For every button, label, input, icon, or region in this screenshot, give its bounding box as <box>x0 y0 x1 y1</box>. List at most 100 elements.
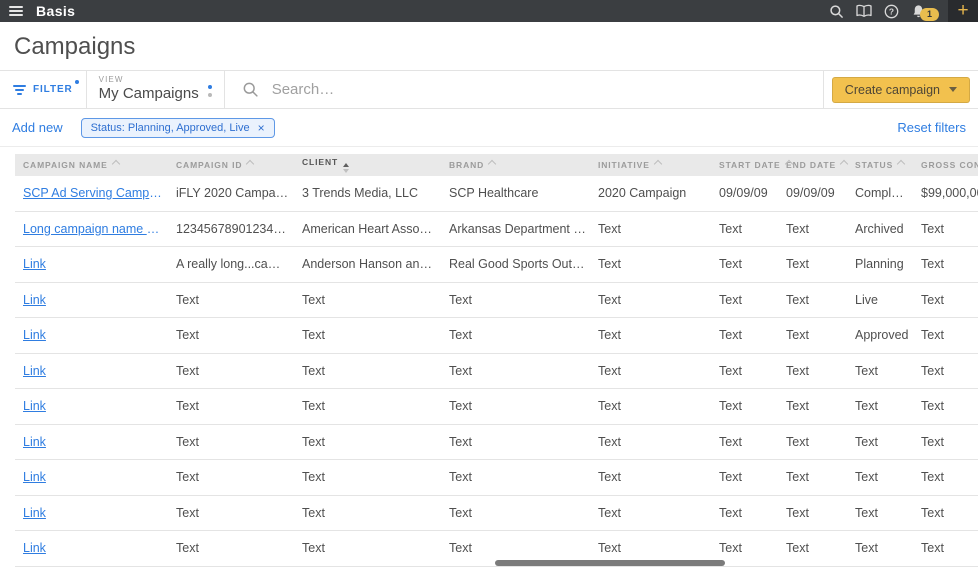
table-cell: Text <box>778 353 847 389</box>
sort-ascending-icon <box>343 163 349 173</box>
campaign-name-cell: Link <box>15 318 168 354</box>
resources-book-icon[interactable] <box>856 4 872 18</box>
table-cell: Text <box>847 495 913 531</box>
table-cell: Text <box>847 531 913 567</box>
table-cell: Text <box>711 318 778 354</box>
add-new-filter-link[interactable]: Add new <box>12 120 63 135</box>
table-cell: Text <box>711 460 778 496</box>
table-cell: Text <box>711 495 778 531</box>
campaign-name-link[interactable]: Link <box>23 470 164 484</box>
table-cell: Text <box>847 353 913 389</box>
horizontal-scrollbar-thumb[interactable] <box>495 560 725 566</box>
table-cell: Text <box>913 353 978 389</box>
column-label: END DATE <box>786 160 836 170</box>
campaign-name-link[interactable]: Link <box>23 435 164 449</box>
filter-active-dot <box>75 80 79 84</box>
table-cell: Text <box>441 389 590 425</box>
filter-icon <box>13 85 26 95</box>
sort-caret-icon <box>111 160 119 168</box>
table-cell: Text <box>294 282 441 318</box>
table-cell: Text <box>913 389 978 425</box>
page-title: Campaigns <box>0 22 978 70</box>
search-input[interactable] <box>270 80 823 99</box>
campaign-name-link[interactable]: Long campaign name 12345678... <box>23 222 164 236</box>
table-cell: Text <box>168 353 294 389</box>
table-cell: Text <box>441 460 590 496</box>
quick-add-icon[interactable] <box>948 0 978 22</box>
table-cell: Text <box>913 211 978 247</box>
column-header[interactable]: INITIATIVE <box>590 154 711 176</box>
table-cell: Text <box>168 531 294 567</box>
reset-filters-link[interactable]: Reset filters <box>897 120 966 135</box>
column-header[interactable]: BRAND <box>441 154 590 176</box>
campaign-name-link[interactable]: Link <box>23 364 164 378</box>
table-cell: Text <box>590 460 711 496</box>
table-cell: Text <box>168 460 294 496</box>
table-cell: Text <box>778 282 847 318</box>
table-cell: Text <box>294 424 441 460</box>
svg-text:?: ? <box>889 6 894 16</box>
table-cell: SCP Healthcare <box>441 176 590 211</box>
chip-close-icon[interactable]: × <box>258 122 265 134</box>
campaign-name-cell: SCP Ad Serving Campaign <box>15 176 168 211</box>
table-cell: Text <box>778 495 847 531</box>
column-label: CAMPAIGN ID <box>176 160 242 170</box>
column-label: INITIATIVE <box>598 160 650 170</box>
column-header[interactable]: CAMPAIGN ID <box>168 154 294 176</box>
table-cell: Text <box>913 495 978 531</box>
table-cell: Anderson Hanson and Blanton... <box>294 247 441 283</box>
top-navigation-bar: Basis ? 1 <box>0 0 978 22</box>
help-icon[interactable]: ? <box>884 4 899 19</box>
campaign-name-link[interactable]: Link <box>23 328 164 342</box>
table-cell: Text <box>711 389 778 425</box>
campaign-name-cell: Link <box>15 389 168 425</box>
campaign-name-link[interactable]: Link <box>23 399 164 413</box>
table-cell: Approved <box>847 318 913 354</box>
column-header[interactable]: GROSS CONTRACTED <box>913 154 978 176</box>
table-cell: Text <box>590 353 711 389</box>
column-header[interactable]: START DATE <box>711 154 778 176</box>
column-header[interactable]: CLIENT <box>294 154 441 176</box>
table-cell: Text <box>590 318 711 354</box>
create-campaign-button[interactable]: Create campaign <box>832 77 970 103</box>
status-filter-chip[interactable]: Status: Planning, Approved, Live × <box>81 118 275 138</box>
sort-caret-icon <box>897 160 905 168</box>
notifications-bell-icon[interactable]: 1 <box>911 4 926 19</box>
campaigns-table: CAMPAIGN NAME CAMPAIGN ID CLIENT BRAND INITI… <box>15 154 978 567</box>
table-row: LinkTextTextTextTextTextTextTextText <box>15 460 978 496</box>
campaign-name-link[interactable]: Link <box>23 541 164 555</box>
campaign-name-cell: Long campaign name 12345678... <box>15 211 168 247</box>
column-header[interactable]: CAMPAIGN NAME <box>15 154 168 176</box>
search-icon[interactable] <box>829 4 844 19</box>
column-label: CLIENT <box>302 157 338 167</box>
table-cell: Text <box>441 424 590 460</box>
search-input-icon <box>242 81 259 98</box>
table-cell: 1234567890123456789012 <box>168 211 294 247</box>
filter-button-label: FILTER <box>33 84 73 95</box>
table-cell: Text <box>778 318 847 354</box>
table-cell: Live <box>847 282 913 318</box>
menu-icon[interactable] <box>9 6 23 16</box>
view-selector[interactable]: VIEW My Campaigns <box>87 71 224 108</box>
campaign-name-link[interactable]: Link <box>23 293 164 307</box>
table-cell: Text <box>590 211 711 247</box>
table-cell: Text <box>294 460 441 496</box>
view-modified-indicator <box>208 85 212 97</box>
campaign-name-link[interactable]: Link <box>23 506 164 520</box>
table-cell: Text <box>913 282 978 318</box>
table-cell: iFLY 2020 Campaign <box>168 176 294 211</box>
campaign-name-link[interactable]: Link <box>23 257 164 271</box>
table-cell: Text <box>913 460 978 496</box>
table-cell: Text <box>168 318 294 354</box>
column-label: STATUS <box>855 160 893 170</box>
table-cell: Text <box>711 353 778 389</box>
column-header[interactable]: STATUS <box>847 154 913 176</box>
campaign-name-link[interactable]: SCP Ad Serving Campaign <box>23 186 164 200</box>
create-campaign-area: Create campaign <box>823 71 978 108</box>
table-cell: 09/09/09 <box>778 176 847 211</box>
table-cell: Text <box>441 318 590 354</box>
table-cell: Text <box>778 424 847 460</box>
table-cell: Text <box>590 495 711 531</box>
filter-button[interactable]: FILTER <box>0 71 86 108</box>
table-cell: Text <box>778 247 847 283</box>
